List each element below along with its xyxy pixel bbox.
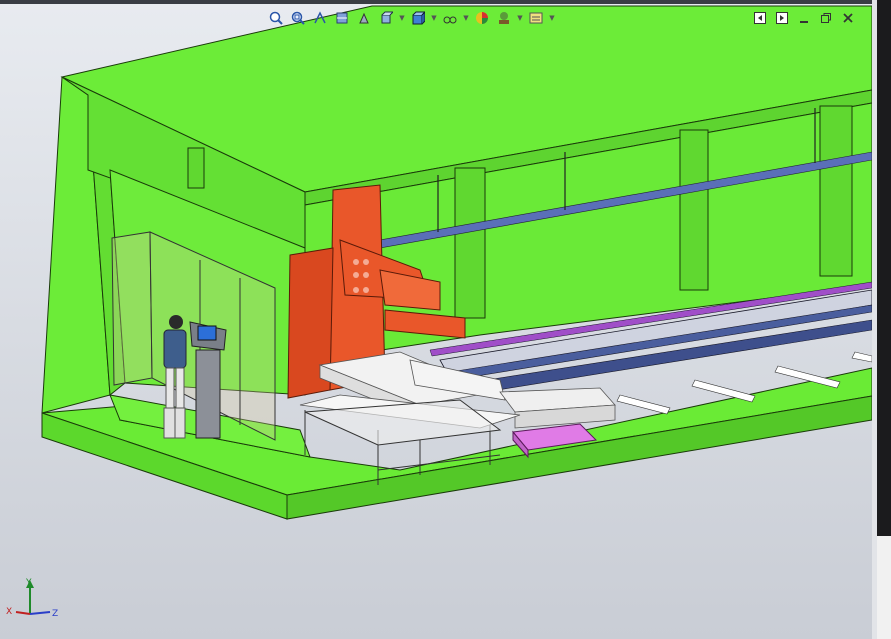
previous-window-icon[interactable] (752, 10, 768, 26)
triad-x-label: X (6, 607, 12, 617)
triad-y-label: Y (25, 578, 32, 588)
task-pane-edge-lower (877, 536, 891, 639)
hide-show-icon[interactable] (440, 8, 460, 28)
window-controls (752, 10, 856, 26)
zoom-fit-icon[interactable] (266, 8, 286, 28)
pilaster (679, 129, 709, 291)
task-pane-edge (877, 0, 891, 536)
triad-z-label: Z (52, 609, 58, 619)
reference-triad: Y X Z (6, 578, 58, 619)
zoom-area-icon[interactable] (288, 8, 308, 28)
right-panel-edge (872, 0, 891, 639)
previous-view-icon[interactable] (310, 8, 330, 28)
chevron-down-icon[interactable]: ▼ (548, 9, 556, 27)
heads-up-view-toolbar: ▼ ▼ ▼ ▼ ▼ (266, 8, 556, 28)
appearance-icon[interactable] (472, 8, 492, 28)
section-view-icon[interactable] (332, 8, 352, 28)
chevron-down-icon[interactable]: ▼ (462, 9, 470, 27)
view-orientation-icon[interactable] (376, 8, 396, 28)
scene-icon[interactable] (494, 8, 514, 28)
annotation-view-icon[interactable] (354, 8, 374, 28)
next-window-icon[interactable] (774, 10, 790, 26)
z-axis-arrow (29, 611, 51, 615)
pilaster (454, 167, 486, 319)
3d-model-scene[interactable] (0, 0, 872, 639)
close-icon[interactable] (840, 10, 856, 26)
graphics-viewport[interactable]: ▼ ▼ ▼ ▼ ▼ Y X Z (0, 0, 873, 639)
pilaster (187, 147, 205, 189)
pilaster (819, 105, 853, 277)
x-axis-arrow (15, 611, 31, 615)
chevron-down-icon[interactable]: ▼ (398, 9, 406, 27)
display-style-icon[interactable] (408, 8, 428, 28)
chevron-down-icon[interactable]: ▼ (516, 9, 524, 27)
view-settings-icon[interactable] (526, 8, 546, 28)
chevron-down-icon[interactable]: ▼ (430, 9, 438, 27)
restore-icon[interactable] (818, 10, 834, 26)
minimize-icon[interactable] (796, 10, 812, 26)
